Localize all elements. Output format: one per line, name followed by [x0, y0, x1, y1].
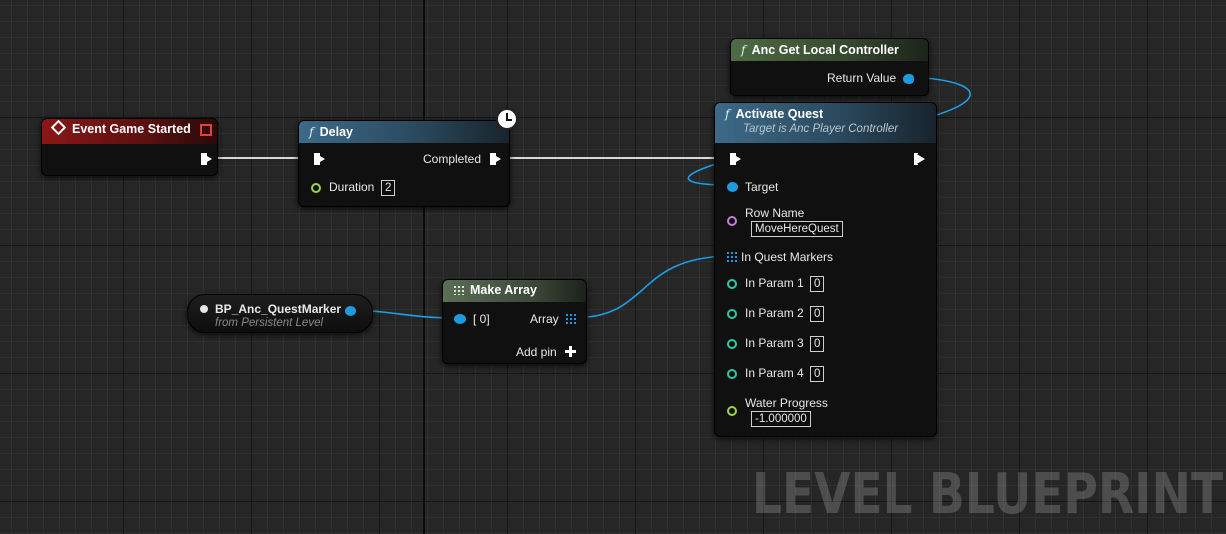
in-param-3-pin[interactable] — [727, 339, 737, 349]
event-node-header[interactable]: Event Game Started — [42, 119, 217, 144]
delay-completed-exec-pin[interactable] — [490, 153, 501, 165]
water-progress-input[interactable]: -1.000000 — [751, 411, 811, 427]
function-icon: f — [309, 124, 314, 139]
activate-quest-subtitle: Target is Anc Player Controller — [743, 123, 899, 135]
add-pin-label[interactable]: Add pin — [516, 345, 557, 359]
quest-marker-reference-node[interactable]: BP_Anc_QuestMarker from Persistent Level — [187, 294, 373, 333]
make-array-title: Make Array — [470, 283, 537, 297]
quest-marker-title: BP_Anc_QuestMarker — [215, 302, 342, 316]
in-param-3-label: In Param 3 — [745, 336, 804, 350]
array-output-label: Array — [530, 312, 559, 326]
array-element-0-pin[interactable] — [454, 314, 466, 324]
in-param-4-label: In Param 4 — [745, 366, 804, 380]
event-delegate-pin[interactable] — [200, 124, 212, 136]
array-output-pin[interactable] — [565, 313, 576, 324]
delay-node[interactable]: f Delay Completed Duration 2 — [298, 120, 510, 207]
in-param-1-input[interactable]: 0 — [810, 276, 825, 292]
delay-completed-label: Completed — [423, 152, 482, 166]
in-param-4-pin[interactable] — [727, 369, 737, 379]
row-name-label: Row Name — [745, 206, 805, 220]
activate-quest-node[interactable]: f Activate Quest Target is Anc Player Con… — [714, 102, 937, 437]
return-value-pin[interactable] — [903, 74, 914, 84]
delay-node-header[interactable]: f Delay — [299, 121, 509, 143]
quest-marker-subtitle: from Persistent Level — [215, 317, 324, 329]
row-name-input[interactable]: MoveHereQuest — [751, 221, 843, 237]
make-array-icon — [453, 285, 464, 295]
duration-pin[interactable] — [311, 183, 321, 193]
duration-label: Duration — [329, 180, 375, 194]
get-local-controller-title: Anc Get Local Controller — [751, 43, 899, 57]
target-pin[interactable] — [727, 182, 738, 192]
return-value-label: Return Value — [827, 71, 897, 85]
get-local-controller-node[interactable]: f Anc Get Local Controller Return Value — [730, 38, 929, 96]
event-game-started-node[interactable]: Event Game Started — [41, 118, 218, 176]
function-icon: f — [725, 106, 730, 121]
activate-quest-title: Activate Quest — [735, 107, 824, 121]
in-param-1-label: In Param 1 — [745, 276, 804, 290]
delay-exec-in-pin[interactable] — [314, 153, 325, 165]
make-array-header[interactable]: Make Array — [443, 280, 586, 302]
event-diamond-icon — [50, 119, 67, 136]
wire-array-to-markers — [587, 255, 729, 318]
duration-input[interactable]: 2 — [381, 180, 396, 196]
in-param-2-label: In Param 2 — [745, 306, 804, 320]
delay-node-title: Delay — [319, 125, 353, 139]
get-local-controller-header[interactable]: f Anc Get Local Controller — [731, 39, 928, 61]
level-blueprint-watermark: LEVEL BLUEPRINT — [752, 462, 1224, 527]
array-element-0-label: [ 0] — [473, 312, 490, 326]
array-pin-icon[interactable] — [726, 251, 737, 262]
water-progress-label: Water Progress — [745, 396, 828, 410]
in-param-1-pin[interactable] — [727, 279, 737, 289]
in-param-2-pin[interactable] — [727, 309, 737, 319]
add-pin-plus-icon[interactable] — [565, 346, 576, 357]
target-label: Target — [745, 180, 779, 194]
event-node-title: Event Game Started — [72, 122, 191, 136]
activate-exec-in-pin[interactable] — [730, 153, 741, 165]
event-exec-out-pin[interactable] — [201, 153, 212, 165]
in-param-3-input[interactable]: 0 — [810, 336, 825, 352]
function-icon: f — [741, 42, 746, 57]
in-quest-markers-label: In Quest Markers — [741, 250, 834, 264]
reference-dot-icon — [200, 305, 208, 313]
in-param-4-input[interactable]: 0 — [810, 366, 825, 382]
row-name-pin[interactable] — [727, 216, 737, 226]
quest-marker-output-pin[interactable] — [345, 306, 356, 316]
make-array-node[interactable]: Make Array [ 0] Array Add pin — [442, 279, 587, 364]
activate-quest-header[interactable]: f Activate Quest Target is Anc Player Con… — [715, 103, 936, 143]
water-progress-pin[interactable] — [727, 406, 737, 416]
wire-layer — [207, 76, 972, 319]
in-param-2-input[interactable]: 0 — [810, 306, 825, 322]
latent-clock-icon — [496, 108, 518, 130]
activate-exec-out-pin[interactable] — [914, 153, 925, 165]
